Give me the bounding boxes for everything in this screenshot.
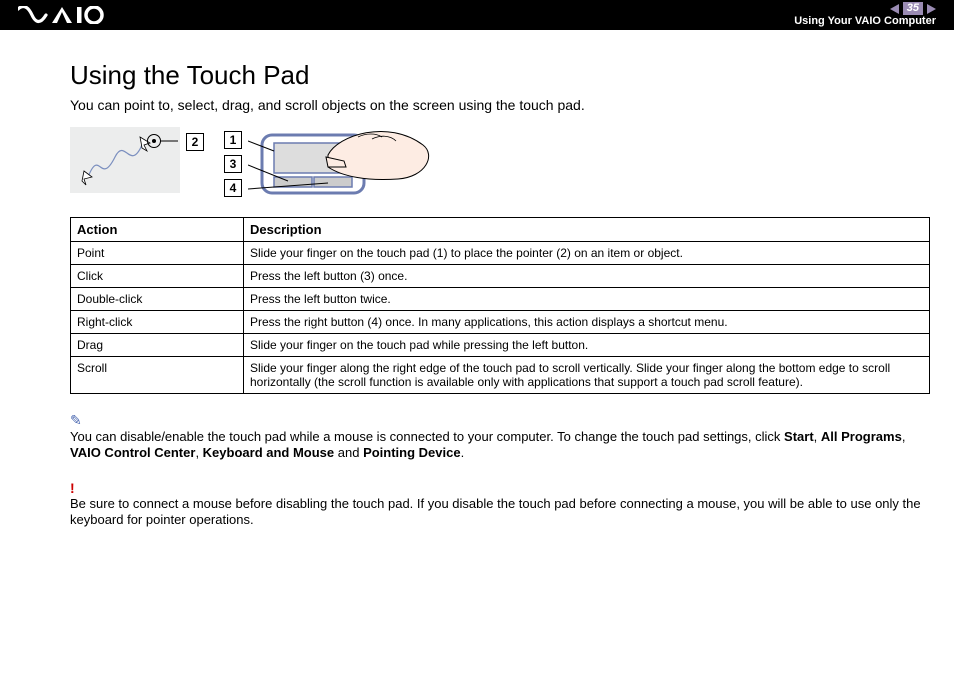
pointer-illustration: 2: [70, 127, 180, 193]
illustration-row: 2 1 3 4: [70, 127, 929, 207]
action-cell: Drag: [71, 334, 244, 357]
description-cell: Slide your finger on the touch pad (1) t…: [244, 242, 930, 265]
table-header-row: Action Description: [71, 218, 930, 242]
header-right: 35 Using Your VAIO Computer: [794, 2, 936, 28]
table-row: Double-click Press the left button twice…: [71, 288, 930, 311]
touchpad-illustration: [248, 127, 438, 207]
col-description-header: Description: [244, 218, 930, 242]
page-number: 35: [903, 2, 923, 15]
callout-3: 3: [224, 155, 242, 173]
action-cell: Right-click: [71, 311, 244, 334]
header-bar: 35 Using Your VAIO Computer: [0, 0, 954, 30]
prev-page-icon[interactable]: [890, 4, 899, 14]
page-content: Using the Touch Pad You can point to, se…: [0, 30, 954, 548]
table-row: Drag Slide your finger on the touch pad …: [71, 334, 930, 357]
warning-icon: !: [70, 480, 929, 496]
vaio-logo: [18, 6, 104, 24]
action-cell: Click: [71, 265, 244, 288]
action-cell: Double-click: [71, 288, 244, 311]
intro-text: You can point to, select, drag, and scro…: [70, 97, 929, 113]
description-cell: Press the right button (4) once. In many…: [244, 311, 930, 334]
table-row: Scroll Slide your finger along the right…: [71, 357, 930, 394]
table-row: Right-click Press the right button (4) o…: [71, 311, 930, 334]
page-nav: 35: [890, 2, 936, 15]
description-cell: Press the left button (3) once.: [244, 265, 930, 288]
col-action-header: Action: [71, 218, 244, 242]
action-cell: Point: [71, 242, 244, 265]
next-page-icon[interactable]: [927, 4, 936, 14]
section-title: Using Your VAIO Computer: [794, 16, 936, 28]
actions-table: Action Description Point Slide your fing…: [70, 217, 930, 394]
callout-4: 4: [224, 179, 242, 197]
pencil-icon: ✎: [70, 412, 929, 429]
warning-text: Be sure to connect a mouse before disabl…: [70, 496, 929, 529]
table-row: Click Press the left button (3) once.: [71, 265, 930, 288]
callout-stack: 1 3 4: [224, 127, 242, 197]
table-row: Point Slide your finger on the touch pad…: [71, 242, 930, 265]
page-title: Using the Touch Pad: [70, 60, 929, 91]
callout-2: 2: [186, 133, 204, 151]
warning-note: ! Be sure to connect a mouse before disa…: [70, 480, 929, 529]
description-cell: Press the left button twice.: [244, 288, 930, 311]
callout-1: 1: [224, 131, 242, 149]
tip-note: ✎ You can disable/enable the touch pad w…: [70, 412, 929, 462]
tip-text: You can disable/enable the touch pad whi…: [70, 429, 929, 462]
action-cell: Scroll: [71, 357, 244, 394]
description-cell: Slide your finger along the right edge o…: [244, 357, 930, 394]
description-cell: Slide your finger on the touch pad while…: [244, 334, 930, 357]
